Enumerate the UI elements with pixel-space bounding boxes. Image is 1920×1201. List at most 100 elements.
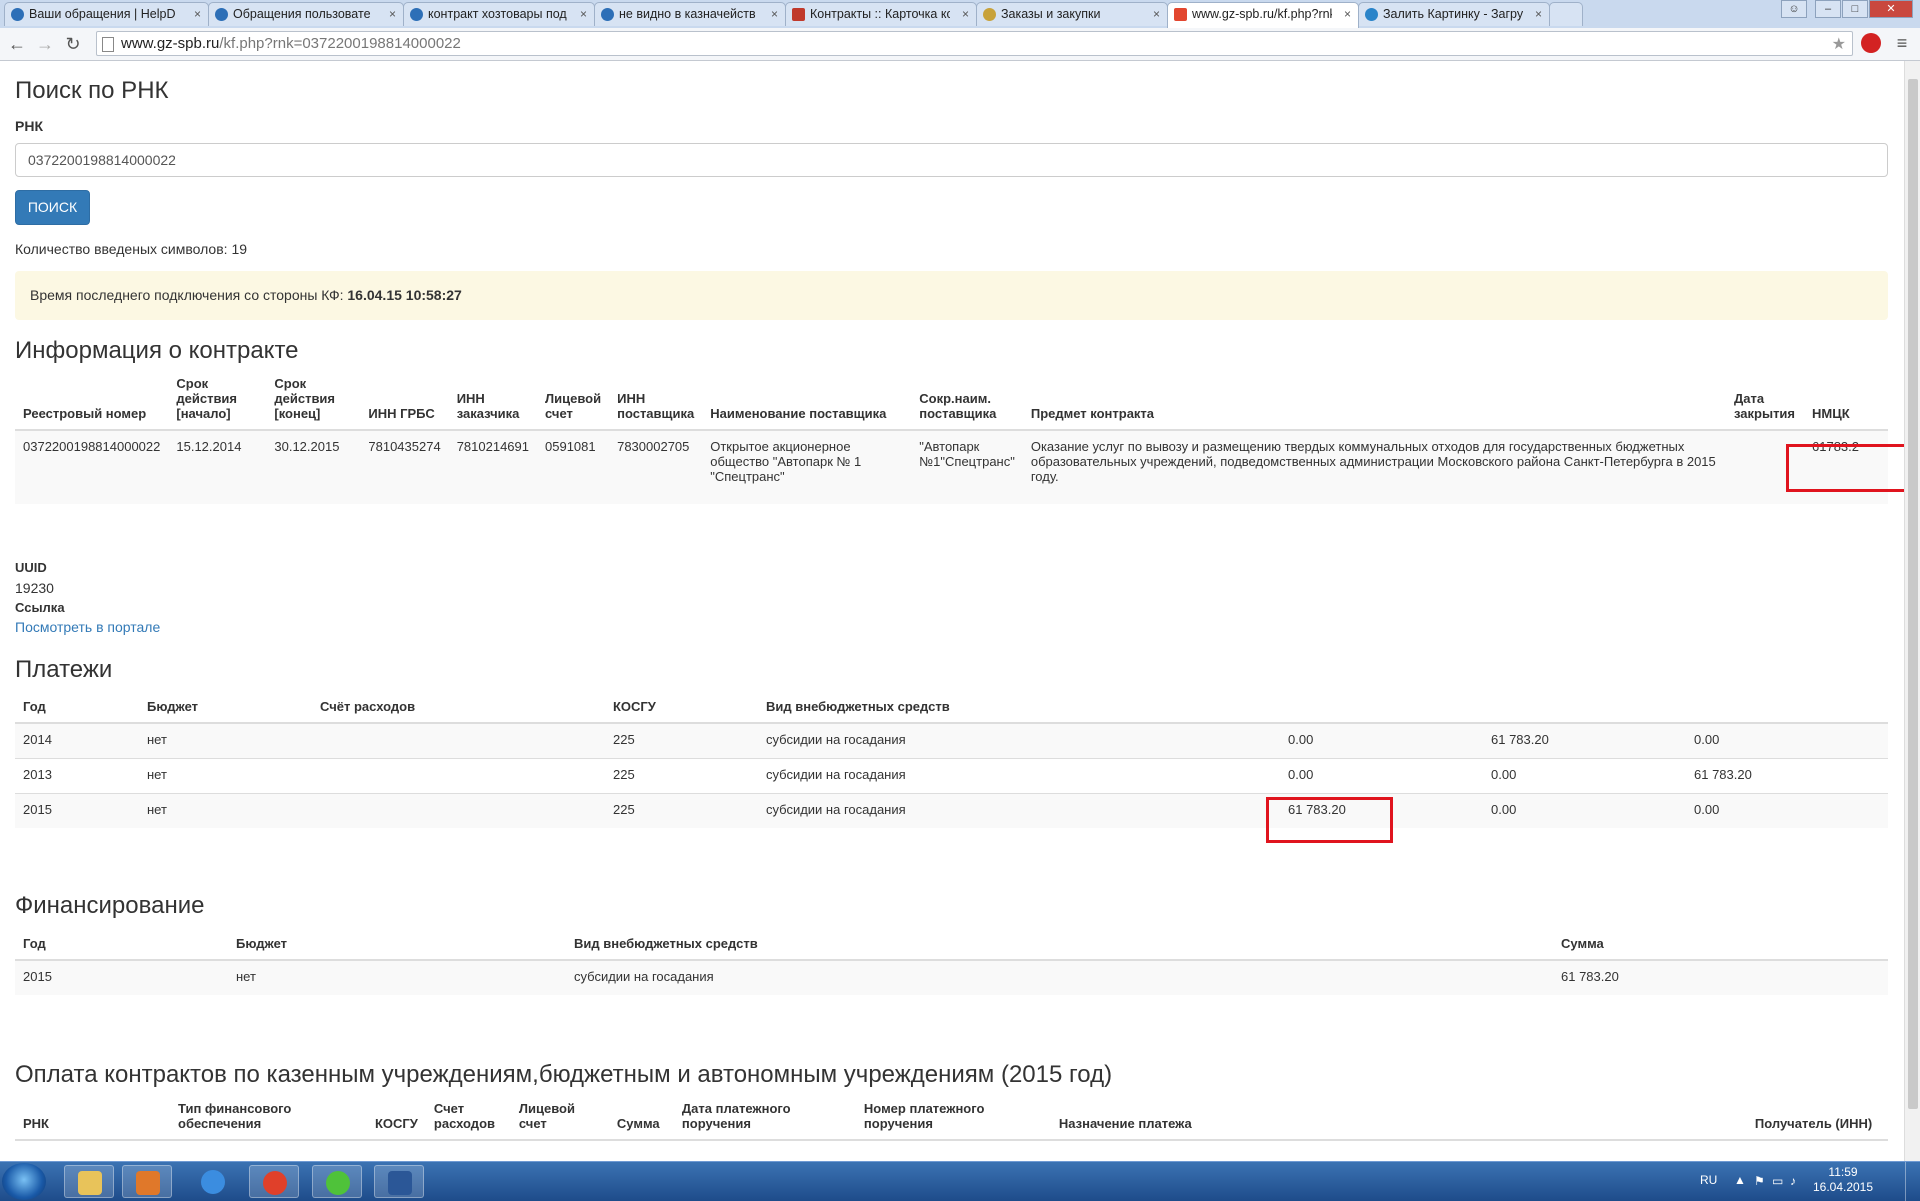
cell: нет [139,792,312,828]
cell: 0.00 [1483,792,1686,828]
upload-icon [1365,8,1378,21]
cell [312,792,605,828]
col-header: Сокр.наим. поставщика [911,376,1023,431]
contract-table: Реестровый номер Срок действия [начало] … [15,376,1888,504]
browser-tab[interactable]: Залить Картинку - Загруз × [1358,2,1550,26]
browser-tab[interactable]: не видно в казначейств × [594,2,786,26]
show-desktop-button[interactable] [1905,1162,1920,1201]
link-label: Ссылка [15,600,65,615]
cell: нет [139,722,312,758]
close-tab-icon[interactable]: × [1153,7,1160,21]
payments-table: Год Бюджет Счёт расходов КОСГУ Вид внебю… [15,699,1888,828]
cell: 7810435274 [360,429,449,504]
browser-tab[interactable]: Контракты :: Карточка ко × [785,2,977,26]
close-tab-icon[interactable]: × [194,7,201,21]
cell: 0.00 [1280,722,1483,758]
col-header: Бюджет [228,936,566,961]
user-icon[interactable]: ☺ [1781,0,1807,18]
volume-icon[interactable]: ♪ [1790,1174,1804,1188]
minimize-button[interactable]: – [1815,0,1841,18]
search-title: Поиск по РНК [15,77,169,104]
close-tab-icon[interactable]: × [962,7,969,21]
close-tab-icon[interactable]: × [389,7,396,21]
browser-menu-icon[interactable]: ≡ [1893,33,1911,53]
col-header: Реестровый номер [15,376,169,431]
clock[interactable]: 11:59 16.04.2015 [1808,1165,1878,1195]
portal-link[interactable]: Посмотреть в портале [15,619,160,635]
rnk-label: РНК [15,118,43,134]
new-tab-button[interactable] [1549,2,1583,26]
scrollbar-thumb[interactable] [1908,79,1918,1109]
contract-payments-table: РНК Тип финансового обеспечения КОСГУ Сч… [15,1101,1888,1141]
highlight-box [1266,797,1393,843]
icq-icon [326,1171,350,1195]
explorer-icon [78,1171,102,1195]
browser-tab[interactable]: Заказы и закупки × [976,2,1168,26]
cell: 2013 [15,757,139,793]
table-row: 2013 нет 225 субсидии на госадания 0.00 … [15,757,1888,793]
reload-icon[interactable]: ↻ [62,33,84,55]
col-header: КОСГУ [605,699,758,724]
table-header-row: Реестровый номер Срок действия [начало] … [15,376,1888,431]
col-header [1686,699,1888,724]
col-header: Сумма [608,1101,674,1141]
globe-icon [410,8,423,21]
col-header [1280,699,1483,724]
table-row: 2014 нет 225 субсидии на госадания 0.00 … [15,722,1888,758]
payments-title: Платежи [15,656,113,683]
taskbar-explorer[interactable] [64,1165,114,1198]
browser-tab[interactable]: Обращения пользовате × [208,2,404,26]
browser-tab[interactable]: Ваши обращения | HelpD × [4,2,209,26]
close-tab-icon[interactable]: × [1344,7,1351,21]
show-hidden-icons[interactable]: ▲ [1734,1173,1746,1187]
col-header: КОСГУ [367,1101,426,1141]
alert-text: Время последнего подключения со стороны … [30,287,348,303]
bookmark-star-icon[interactable]: ★ [1832,33,1846,56]
cell: 2014 [15,722,139,758]
start-button[interactable] [2,1163,46,1200]
taskbar-icq[interactable] [312,1165,362,1198]
col-header: Лицевой счет [510,1101,609,1141]
cell: "Автопарк №1"Спецтранс" [911,429,1023,504]
globe-icon [215,8,228,21]
taskbar-media-player[interactable] [122,1165,172,1198]
col-header: ИНН заказчика [448,376,537,431]
taskbar-chrome[interactable] [249,1165,299,1198]
forward-icon[interactable]: → [34,33,56,55]
close-window-button[interactable]: ✕ [1869,0,1913,18]
maximize-button[interactable]: □ [1842,0,1868,18]
financing-title: Финансирование [15,892,205,919]
cell: 61 783.20 [1483,722,1686,758]
cell: 61 783.20 [1553,959,1888,995]
clock-time: 11:59 [1828,1165,1858,1179]
rnk-input[interactable] [15,143,1888,177]
col-header: Вид внебюджетных средств [758,699,1280,724]
taskbar-word[interactable] [374,1165,424,1198]
cell: 225 [605,722,758,758]
close-tab-icon[interactable]: × [1535,7,1542,21]
col-header [1483,699,1686,724]
col-header: Дата закрытия [1726,376,1804,431]
cell [312,757,605,793]
browser-tab[interactable]: контракт хозтовары под × [403,2,595,26]
back-icon[interactable]: ← [6,33,28,55]
contract-payments-title: Оплата контрактов по казенным учреждения… [15,1061,1113,1088]
browser-tab-active[interactable]: www.gz-spb.ru/kf.php?rnk × [1167,2,1359,28]
network-icon[interactable]: ▭ [1772,1174,1786,1188]
search-button[interactable]: ПОИСК [15,190,90,225]
tools-icon [792,8,805,21]
close-tab-icon[interactable]: × [771,7,778,21]
alert-datetime: 16.04.15 10:58:27 [347,287,462,303]
page-scrollbar[interactable] [1904,61,1920,1161]
flag-icon[interactable]: ⚑ [1754,1174,1768,1188]
col-header: Год [15,936,228,961]
uuid-label: UUID [15,560,47,575]
language-indicator[interactable]: RU [1700,1173,1717,1187]
clock-date: 16.04.2015 [1812,1180,1874,1194]
word-icon [388,1171,412,1195]
taskbar-ie[interactable] [188,1165,238,1198]
financing-table: Год Бюджет Вид внебюджетных средств Сумм… [15,936,1888,995]
extension-icon[interactable] [1861,33,1881,53]
close-tab-icon[interactable]: × [580,7,587,21]
address-bar[interactable]: www.gz-spb.ru/kf.php?rnk=037220019881400… [96,31,1853,56]
